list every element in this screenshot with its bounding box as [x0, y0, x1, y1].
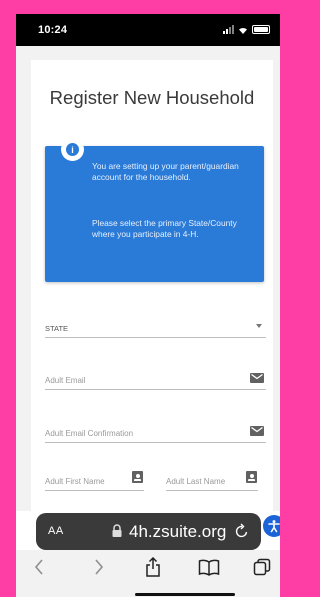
- phone-screen: 10:24 Register New Household i You are s…: [16, 14, 280, 597]
- adult-first-name-placeholder: Adult First Name: [45, 477, 105, 486]
- page-content: Register New Household i You are setting…: [16, 46, 280, 537]
- status-icons: [223, 25, 270, 34]
- signal-icon: [223, 25, 234, 34]
- back-icon[interactable]: [30, 556, 48, 578]
- tabs-icon[interactable]: [252, 556, 272, 578]
- dropdown-caret-icon: [256, 324, 262, 328]
- info-icon: i: [61, 138, 84, 161]
- forward-icon[interactable]: [90, 556, 108, 578]
- browser-toolbar: [16, 550, 280, 597]
- info-box: i You are setting up your parent/guardia…: [45, 138, 264, 282]
- state-label: STATE: [45, 324, 69, 333]
- mail-icon: [250, 373, 264, 383]
- accessibility-button[interactable]: [263, 515, 280, 537]
- url-text[interactable]: 4h.zsuite.org: [129, 522, 226, 542]
- adult-email-confirmation-field[interactable]: Adult Email Confirmation: [45, 420, 266, 443]
- accessibility-icon: [268, 520, 280, 533]
- battery-icon: [252, 25, 270, 34]
- adult-email-placeholder: Adult Email: [45, 376, 86, 385]
- adult-last-name-placeholder: Adult Last Name: [166, 477, 226, 486]
- adult-first-name-field[interactable]: Adult First Name: [45, 468, 144, 491]
- adult-last-name-field[interactable]: Adult Last Name: [166, 468, 258, 491]
- home-indicator: [135, 593, 235, 596]
- text-size-button[interactable]: AA: [48, 525, 64, 537]
- bookmarks-icon[interactable]: [197, 556, 221, 578]
- info-paragraph-1: You are setting up your parent/guardian …: [92, 161, 239, 183]
- registration-card: Register New Household i You are setting…: [31, 60, 273, 511]
- mail-icon: [250, 426, 264, 436]
- status-bar: 10:24: [16, 14, 280, 46]
- state-select[interactable]: STATE: [45, 315, 266, 338]
- lock-icon: [111, 524, 123, 543]
- adult-email-confirmation-placeholder: Adult Email Confirmation: [45, 429, 134, 438]
- info-paragraph-2: Please select the primary State/County w…: [92, 218, 237, 240]
- wifi-icon: [238, 26, 248, 34]
- contact-card-icon: [132, 471, 143, 483]
- browser-address-bar[interactable]: AA 4h.zsuite.org: [36, 513, 261, 550]
- share-icon[interactable]: [143, 556, 163, 578]
- contact-card-icon: [246, 471, 257, 483]
- adult-email-field[interactable]: Adult Email: [45, 367, 266, 390]
- status-time: 10:24: [38, 24, 68, 36]
- reload-icon[interactable]: [234, 522, 250, 545]
- page-title: Register New Household: [49, 87, 255, 108]
